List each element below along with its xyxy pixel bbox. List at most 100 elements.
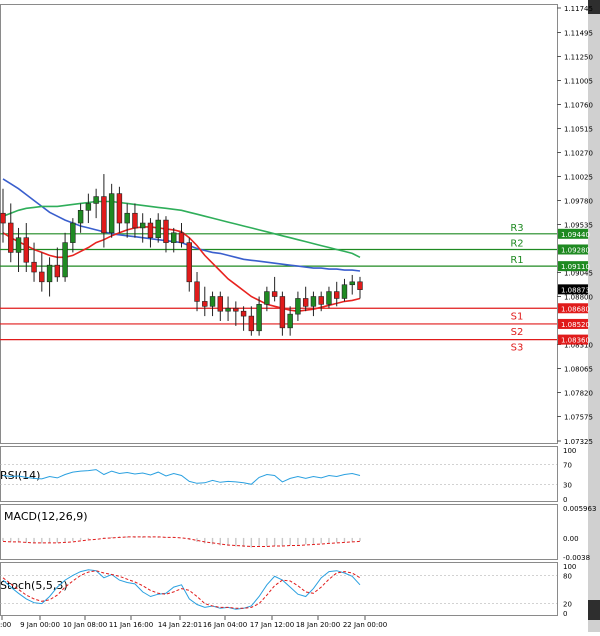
rsi-tick-label: 0 bbox=[563, 496, 567, 504]
candle-body bbox=[47, 265, 52, 282]
time-tick-label: 22 Jan 00:00 bbox=[343, 621, 387, 629]
candle-body bbox=[63, 243, 68, 277]
candle-body bbox=[202, 301, 207, 306]
candle-body bbox=[226, 308, 231, 311]
candle-body bbox=[24, 238, 29, 262]
price-tick-label: 1.10025 bbox=[564, 173, 593, 181]
candle-body bbox=[16, 238, 21, 253]
stoch-tick-label: 20 bbox=[563, 601, 572, 609]
candle-body bbox=[187, 243, 192, 282]
price-tick-label: 1.07575 bbox=[564, 414, 593, 422]
price-tick-label: 1.09780 bbox=[564, 197, 593, 205]
macd-tick-label: 0.00 bbox=[563, 535, 579, 543]
level-price-label: 1.09110 bbox=[561, 263, 590, 271]
time-tick-label: 17 Jan 12:00 bbox=[250, 621, 294, 629]
candle-body bbox=[32, 262, 37, 272]
candle-body bbox=[319, 297, 324, 305]
stoch-tick-label: 100 bbox=[563, 563, 576, 571]
level-name-label: R2 bbox=[510, 238, 523, 249]
price-tick-label: 1.08800 bbox=[564, 294, 593, 302]
current-price-label: 1.08873 bbox=[561, 286, 590, 294]
candle-body bbox=[195, 282, 200, 302]
level-name-label: S2 bbox=[511, 327, 524, 338]
level-price-label: 1.08520 bbox=[561, 321, 590, 329]
price-tick-label: 1.09535 bbox=[564, 222, 593, 230]
stoch-tick-label: 80 bbox=[563, 572, 572, 580]
candle-body bbox=[117, 194, 122, 223]
price-tick-label: 1.07325 bbox=[564, 438, 593, 446]
candle-body bbox=[171, 233, 176, 243]
candle-body bbox=[280, 297, 285, 328]
time-tick-label: 14 Jan 22:01 bbox=[158, 621, 202, 629]
macd-tick-label: 0.005963 bbox=[563, 505, 596, 513]
time-tick-label: 16 Jan 04:00 bbox=[203, 621, 247, 629]
candle-body bbox=[86, 203, 91, 210]
time-tick-label: :00 bbox=[0, 621, 11, 629]
time-tick-label: 10 Jan 08:00 bbox=[63, 621, 107, 629]
candle-body bbox=[350, 282, 355, 285]
macd-label: MACD(12,26,9) bbox=[4, 510, 88, 523]
level-price-label: 1.08360 bbox=[561, 337, 590, 345]
candle-body bbox=[179, 233, 184, 243]
candle-body bbox=[334, 292, 339, 299]
stoch-tick-label: 0 bbox=[563, 610, 567, 618]
candle-body bbox=[257, 304, 262, 330]
candle-body bbox=[109, 194, 114, 233]
candle-body bbox=[218, 297, 223, 312]
candle-body bbox=[1, 213, 6, 223]
level-name-label: R3 bbox=[510, 223, 523, 234]
candle-body bbox=[249, 316, 254, 331]
chart-canvas: 1.11745 1.11495 1.11250 1.11005 1.10760 1.105… bbox=[0, 0, 600, 632]
level-price-label: 1.09280 bbox=[561, 246, 590, 254]
candle-body bbox=[8, 223, 13, 252]
candle-body bbox=[210, 297, 215, 307]
time-tick-label: 18 Jan 20:00 bbox=[296, 621, 340, 629]
candle-body bbox=[327, 292, 332, 305]
candle-body bbox=[133, 213, 138, 228]
candle-body bbox=[125, 213, 130, 223]
price-tick-label: 1.10270 bbox=[564, 149, 593, 157]
candle-body bbox=[164, 220, 169, 243]
scrollbar-handle-bottom[interactable] bbox=[588, 600, 600, 620]
trading-chart: 1.11745 1.11495 1.11250 1.11005 1.10760 1.105… bbox=[0, 0, 600, 632]
time-tick-label: 11 Jan 16:00 bbox=[109, 621, 153, 629]
candle-body bbox=[148, 223, 153, 238]
rsi-tick-label: 100 bbox=[563, 447, 576, 455]
price-tick-label: 1.10515 bbox=[564, 125, 593, 133]
candle-body bbox=[288, 314, 293, 328]
candle-body bbox=[358, 282, 363, 290]
price-tick-label: 1.11005 bbox=[564, 77, 593, 85]
rsi-tick-label: 30 bbox=[563, 481, 572, 489]
candle-body bbox=[39, 272, 44, 282]
candle-body bbox=[94, 197, 99, 204]
price-tick-label: 1.11250 bbox=[564, 53, 593, 61]
price-tick-label: 1.11745 bbox=[564, 5, 593, 13]
candle-body bbox=[156, 220, 161, 238]
candle-body bbox=[233, 308, 238, 311]
candle-body bbox=[101, 197, 106, 233]
rsi-tick-label: 70 bbox=[563, 462, 572, 470]
stoch-label: Stoch(5,5,3) bbox=[0, 579, 68, 592]
price-tick-label: 1.08065 bbox=[564, 366, 593, 374]
level-price-label: 1.09440 bbox=[561, 231, 590, 239]
level-name-label: S3 bbox=[511, 343, 524, 354]
candle-body bbox=[342, 285, 347, 299]
vertical-scrollbar[interactable] bbox=[588, 0, 600, 632]
candle-body bbox=[311, 297, 316, 307]
current-price-marker: 1.08873 bbox=[558, 284, 590, 294]
time-tick-label: 9 Jan 00:00 bbox=[20, 621, 60, 629]
candle-body bbox=[264, 292, 269, 305]
price-tick-label: 1.11495 bbox=[564, 29, 593, 37]
candle-body bbox=[303, 298, 308, 306]
candle-body bbox=[140, 223, 145, 228]
level-price-label: 1.08680 bbox=[561, 305, 590, 313]
candle-body bbox=[55, 265, 60, 277]
candle-body bbox=[78, 210, 83, 223]
price-tick-label: 1.10760 bbox=[564, 101, 593, 109]
macd-tick-label: -0.0038 bbox=[563, 554, 590, 562]
candle-body bbox=[272, 292, 277, 297]
candle-body bbox=[70, 223, 75, 243]
level-name-label: S1 bbox=[511, 311, 524, 322]
level-name-label: R1 bbox=[510, 255, 523, 266]
price-tick-label: 1.07820 bbox=[564, 390, 593, 398]
